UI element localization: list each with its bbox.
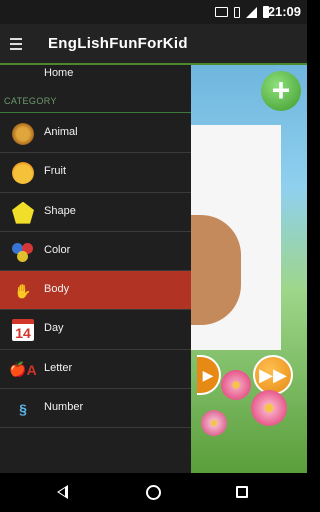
home-icon[interactable] <box>146 485 161 500</box>
back-icon[interactable] <box>57 485 68 499</box>
drawer-item-label: Body <box>44 283 70 296</box>
app-bar: EngLishFunForKid <box>0 24 307 65</box>
cast-icon <box>215 7 228 17</box>
pentagon-icon <box>12 201 34 224</box>
drawer-item-animal[interactable]: Animal <box>0 114 191 154</box>
orange-icon <box>12 162 34 185</box>
flower-decoration <box>221 370 251 400</box>
background-content: + ▶ ▶▶ <box>191 65 307 473</box>
drawer-item-home[interactable]: Home <box>0 65 191 83</box>
number-icon: § <box>19 401 27 418</box>
signal-icon <box>246 6 257 18</box>
prev-icon[interactable]: ▶ <box>197 355 221 395</box>
drawer-item-label: Letter <box>44 361 73 374</box>
drawer-item-label: Home <box>44 67 74 79</box>
drawer-item-label: Animal <box>44 126 78 138</box>
drawer-item-fruit[interactable]: Fruit <box>0 153 191 193</box>
drawer-item-day[interactable]: 14 Day <box>0 310 191 350</box>
category-header: CATEGORY <box>4 96 57 106</box>
hand-icon: ✋ <box>14 282 32 299</box>
hamburger-icon[interactable] <box>10 38 22 50</box>
status-time: 21:09 <box>267 4 301 19</box>
status-icons <box>215 5 269 19</box>
drawer-item-label: Number <box>44 401 84 414</box>
drawer-item-label: Fruit <box>44 165 66 178</box>
drawer-item-label: Shape <box>44 204 76 217</box>
app-title: EngLishFunForKid <box>48 35 188 52</box>
flower-decoration <box>201 410 227 436</box>
next-icon[interactable]: ▶▶ <box>253 355 293 395</box>
lion-icon <box>12 123 34 145</box>
navigation-drawer: Home CATEGORY Animal Fruit Shape Color ✋… <box>0 65 191 473</box>
vibrate-icon <box>234 6 240 18</box>
apple-letter-icon: 🍎 A <box>9 361 37 378</box>
category-list: Animal Fruit Shape Color ✋ Body 14 Day 🍎… <box>0 114 191 429</box>
system-nav-bar <box>0 473 307 512</box>
color-circles-icon <box>12 241 34 263</box>
calendar-icon: 14 <box>12 319 34 342</box>
divider <box>0 112 191 113</box>
recent-apps-icon[interactable] <box>236 486 248 498</box>
drawer-item-color[interactable]: Color <box>0 232 191 272</box>
drawer-item-label: Day <box>44 322 64 335</box>
drawer-item-letter[interactable]: 🍎 A Letter <box>0 350 191 390</box>
status-bar: 21:09 <box>0 0 307 24</box>
drawer-item-label: Color <box>44 243 71 256</box>
drawer-item-number[interactable]: § Number <box>0 389 191 429</box>
flower-decoration <box>251 390 287 426</box>
plus-icon[interactable]: + <box>261 71 301 111</box>
drawer-item-body[interactable]: ✋ Body <box>0 271 191 311</box>
letter-a-text: A <box>26 361 37 378</box>
drawer-item-shape[interactable]: Shape <box>0 193 191 232</box>
